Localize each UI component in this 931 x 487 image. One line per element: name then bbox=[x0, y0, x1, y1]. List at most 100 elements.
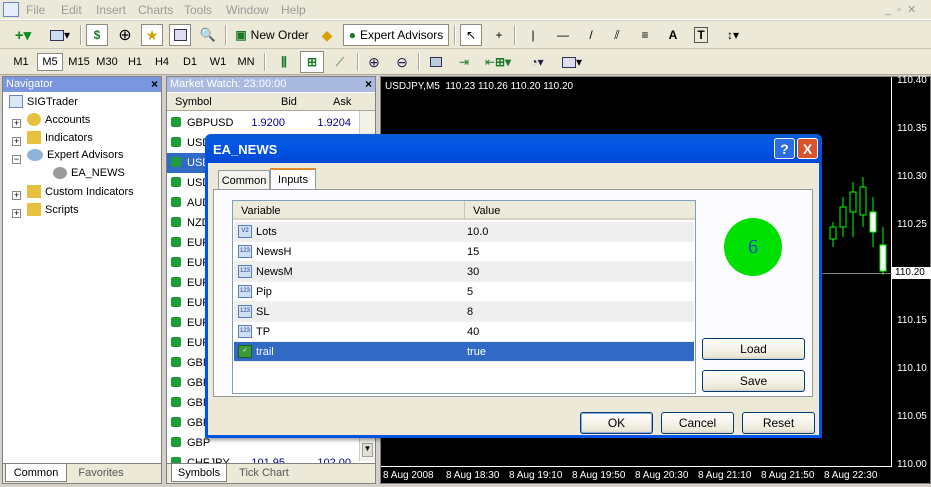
cancel-button[interactable]: Cancel bbox=[661, 412, 734, 434]
navigator-icon[interactable]: ★ bbox=[141, 24, 163, 46]
zoom-in-icon[interactable]: ⊕ bbox=[362, 51, 386, 73]
col-variable[interactable]: Variable bbox=[233, 201, 465, 220]
menu-window[interactable]: Window bbox=[226, 3, 269, 17]
table-row[interactable]: V2 Lots 10.0 bbox=[234, 222, 694, 242]
close-button[interactable]: X bbox=[797, 138, 818, 159]
tree-ea-news[interactable]: EA_NEWS bbox=[53, 167, 125, 179]
value-cell[interactable]: 40 bbox=[467, 326, 479, 338]
value-cell[interactable]: 15 bbox=[467, 246, 479, 258]
tree-indicators[interactable]: Indicators bbox=[27, 131, 93, 144]
tab-favorites[interactable]: Favorites bbox=[69, 464, 133, 482]
save-button[interactable]: Save bbox=[702, 370, 805, 392]
tile-windows-icon[interactable] bbox=[424, 51, 448, 73]
text-label-icon[interactable]: T bbox=[690, 24, 712, 46]
tab-common[interactable]: Common bbox=[218, 170, 270, 190]
direction-icon bbox=[171, 157, 181, 167]
fibonacci-icon[interactable]: ≡ bbox=[634, 24, 656, 46]
horizontal-line-icon[interactable]: — bbox=[552, 24, 574, 46]
inputs-pane: Variable Value V2 Lots 10.0 123 NewsH 15 123 Ne… bbox=[213, 189, 813, 397]
candlestick-icon[interactable]: ⊞ bbox=[300, 51, 324, 73]
tree-accounts[interactable]: Accounts bbox=[27, 113, 90, 126]
templates-icon[interactable]: ▾ bbox=[556, 51, 588, 73]
equidistant-channel-icon[interactable]: ⫽ bbox=[606, 24, 628, 46]
menu-tools[interactable]: Tools bbox=[184, 3, 212, 17]
new-chart-icon[interactable]: +▾ bbox=[8, 24, 38, 46]
tf-m15[interactable]: M15 bbox=[66, 53, 92, 71]
table-row[interactable]: 123 Pip 5 bbox=[234, 282, 694, 302]
value-cell[interactable]: 5 bbox=[467, 286, 473, 298]
variable-cell: NewsM bbox=[256, 266, 293, 278]
tf-mn[interactable]: MN bbox=[233, 53, 259, 71]
line-chart-icon[interactable]: ⟋ bbox=[328, 51, 352, 73]
crosshair-icon[interactable]: + bbox=[488, 24, 510, 46]
expand-accounts[interactable]: + bbox=[12, 119, 21, 128]
cursor-icon[interactable]: ↖ bbox=[460, 24, 482, 46]
tf-m5[interactable]: M5 bbox=[37, 53, 63, 71]
tf-w1[interactable]: W1 bbox=[205, 53, 231, 71]
expand-scripts[interactable]: + bbox=[12, 209, 21, 218]
ok-button[interactable]: OK bbox=[580, 412, 653, 434]
value-cell[interactable]: true bbox=[467, 346, 486, 358]
expand-indicators[interactable]: + bbox=[12, 137, 21, 146]
scripts-icon bbox=[27, 203, 41, 216]
close-icon[interactable]: × bbox=[151, 77, 158, 92]
menu-edit[interactable]: Edit bbox=[61, 3, 82, 17]
col-bid[interactable]: Bid bbox=[281, 96, 297, 108]
tab-symbols[interactable]: Symbols bbox=[171, 464, 227, 482]
expand-custom-indicators[interactable]: + bbox=[12, 191, 21, 200]
tf-m1[interactable]: M1 bbox=[8, 53, 34, 71]
collapse-expert-advisors[interactable]: − bbox=[12, 155, 21, 164]
menu-file[interactable]: File bbox=[26, 3, 45, 17]
autoscroll-icon[interactable]: ⇥ bbox=[452, 51, 476, 73]
table-row[interactable]: 123 TP 40 bbox=[234, 322, 694, 342]
tab-inputs[interactable]: Inputs bbox=[270, 168, 316, 190]
data-window-icon[interactable]: ⊕ bbox=[114, 24, 136, 46]
tree-scripts[interactable]: Scripts bbox=[27, 203, 79, 216]
tree-root[interactable]: SIGTrader bbox=[9, 95, 78, 108]
tf-h4[interactable]: H4 bbox=[149, 53, 175, 71]
periods-icon[interactable]: ◔▾ bbox=[522, 51, 552, 73]
app-icon[interactable] bbox=[3, 2, 19, 17]
indicators-icon[interactable]: ⊞▾ bbox=[488, 51, 518, 73]
market-watch-icon[interactable]: $ bbox=[86, 24, 108, 46]
col-ask[interactable]: Ask bbox=[333, 96, 351, 108]
value-cell[interactable]: 10.0 bbox=[467, 226, 488, 238]
tab-common[interactable]: Common bbox=[5, 464, 67, 482]
tf-h1[interactable]: H1 bbox=[122, 53, 148, 71]
tab-tick-chart[interactable]: Tick Chart bbox=[229, 464, 299, 482]
trendline-icon[interactable]: / bbox=[580, 24, 602, 46]
zoom-out-icon[interactable]: ⊖ bbox=[390, 51, 414, 73]
help-button[interactable]: ? bbox=[774, 138, 795, 159]
menu-charts[interactable]: Charts bbox=[138, 3, 173, 17]
tree-expert-advisors[interactable]: Expert Advisors bbox=[27, 149, 123, 161]
scroll-down-icon[interactable]: ▼ bbox=[362, 443, 373, 457]
terminal-icon[interactable] bbox=[169, 24, 191, 46]
tf-m30[interactable]: M30 bbox=[94, 53, 120, 71]
value-cell[interactable]: 30 bbox=[467, 266, 479, 278]
tf-d1[interactable]: D1 bbox=[177, 53, 203, 71]
strategy-tester-icon[interactable]: 🔍 bbox=[197, 24, 219, 46]
close-icon[interactable]: × bbox=[365, 77, 372, 92]
bar-chart-icon[interactable]: ⫼ bbox=[272, 51, 296, 73]
load-button[interactable]: Load bbox=[702, 338, 805, 360]
value-cell[interactable]: 8 bbox=[467, 306, 473, 318]
table-row[interactable]: 123 NewsH 15 bbox=[234, 242, 694, 262]
table-row[interactable]: 123 SL 8 bbox=[234, 302, 694, 322]
table-row[interactable]: GBPUSD 1.9200 1.9204 bbox=[167, 113, 357, 133]
tree-custom-indicators[interactable]: Custom Indicators bbox=[27, 185, 134, 198]
col-symbol[interactable]: Symbol bbox=[175, 96, 212, 108]
table-row[interactable]: 123 NewsM 30 bbox=[234, 262, 694, 282]
table-row[interactable]: ✓ trail true bbox=[234, 342, 694, 362]
arrows-icon[interactable]: ↕▾ bbox=[718, 24, 748, 46]
new-order-button[interactable]: ▣ New Order bbox=[232, 24, 312, 46]
profiles-icon[interactable]: ▾ bbox=[46, 24, 74, 46]
text-icon[interactable]: A bbox=[662, 24, 684, 46]
col-value[interactable]: Value bbox=[465, 201, 695, 220]
metaeditor-icon[interactable]: ◆ bbox=[316, 24, 338, 46]
menu-help[interactable]: Help bbox=[281, 3, 306, 17]
reset-button[interactable]: Reset bbox=[742, 412, 815, 434]
vertical-line-icon[interactable]: | bbox=[522, 24, 544, 46]
expert-advisors-button[interactable]: ● Expert Advisors bbox=[343, 24, 449, 46]
direction-icon bbox=[171, 317, 181, 327]
menu-insert[interactable]: Insert bbox=[96, 3, 126, 17]
